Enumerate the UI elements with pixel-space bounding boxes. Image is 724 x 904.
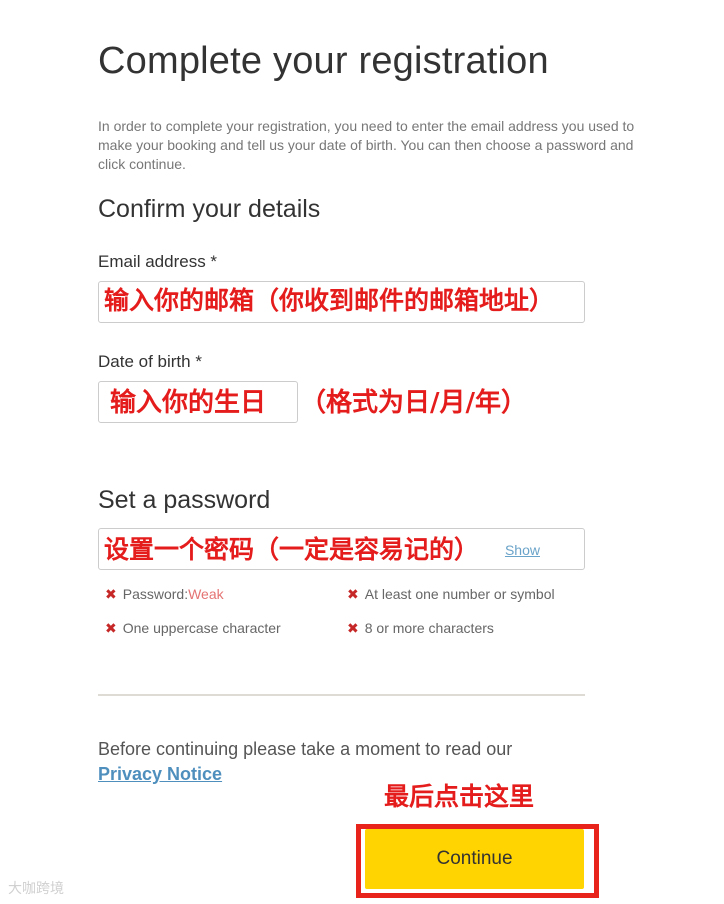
email-annotation: 输入你的邮箱（你收到邮件的邮箱地址） (104, 286, 555, 315)
cross-icon: ✖ (105, 620, 117, 636)
cross-icon: ✖ (105, 586, 117, 602)
confirm-details-heading: Confirm your details (98, 195, 321, 223)
intro-text: In order to complete your registration, … (98, 118, 635, 172)
set-password-heading: Set a password (98, 486, 271, 514)
rule-number-symbol-text: At least one number or symbol (364, 586, 555, 602)
rule-uppercase-text: One uppercase character (122, 620, 281, 636)
rule-length-text: 8 or more characters (364, 620, 494, 636)
show-password-link[interactable]: Show (505, 542, 540, 558)
password-annotation: 设置一个密码（一定是容易记的） (104, 535, 480, 564)
divider (98, 694, 585, 696)
email-label: Email address * (98, 252, 218, 271)
page-title: Complete your registration (98, 40, 549, 82)
cross-icon: ✖ (347, 620, 359, 636)
strength-label: Password: (122, 586, 189, 602)
watermark: 大咖跨境 (8, 880, 64, 896)
rule-strength: ✖ Password:Weak (105, 586, 224, 603)
registration-page: Complete your registration In order to c… (0, 0, 724, 904)
privacy-notice-link[interactable]: Privacy Notice (98, 764, 222, 785)
continue-button[interactable]: Continue (365, 829, 584, 889)
strength-value: Weak (188, 586, 224, 602)
dob-label: Date of birth * (98, 352, 202, 371)
click-here-annotation: 最后点击这里 (384, 782, 535, 811)
rule-number-symbol: ✖ At least one number or symbol (347, 586, 555, 603)
dob-format-annotation: （格式为日/月/年） (300, 388, 527, 418)
privacy-notice-text: Before continuing please take a moment t… (98, 739, 513, 759)
dob-annotation: 输入你的生日 (110, 388, 267, 418)
rule-uppercase: ✖ One uppercase character (105, 620, 281, 637)
rule-length: ✖ 8 or more characters (347, 620, 494, 637)
cross-icon: ✖ (347, 586, 359, 602)
